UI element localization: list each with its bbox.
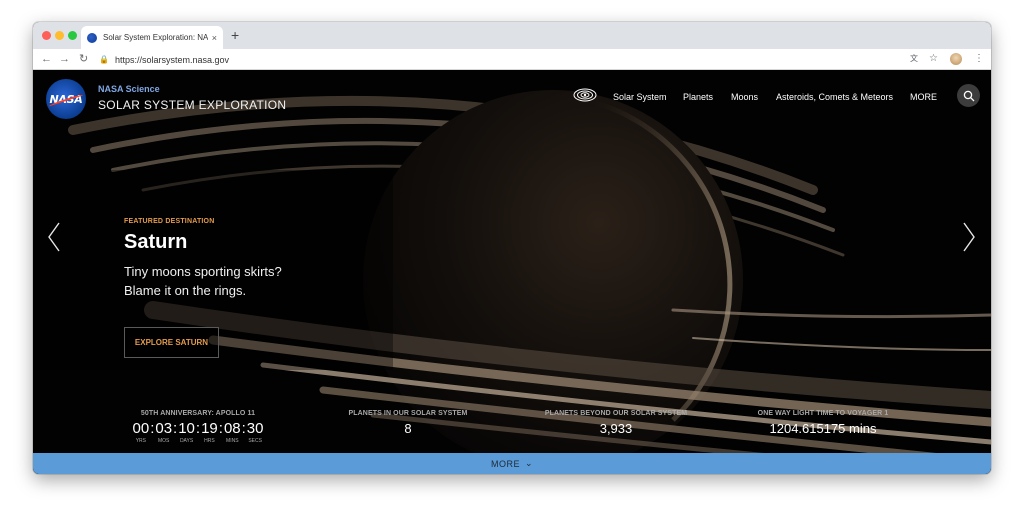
search-button[interactable] <box>957 84 980 107</box>
stat-value: 3,933 <box>599 421 633 436</box>
countdown-seconds: 30 SECS <box>246 420 264 445</box>
countdown-years: 00 YRS <box>132 420 150 445</box>
stat-label: PLANETS BEYOND OUR SOLAR SYSTEM <box>544 410 688 417</box>
more-bar-button[interactable]: MORE ⌄ <box>33 453 991 474</box>
address-bar[interactable]: 🔒 https://solarsystem.nasa.gov <box>99 52 909 67</box>
close-window-button[interactable] <box>42 31 51 40</box>
nasa-logo[interactable]: NASA <box>46 79 86 119</box>
nasa-favicon-icon <box>87 32 97 43</box>
tab-bar: Solar System Exploration: NAS × + <box>33 22 991 49</box>
more-bar-label: MORE <box>490 458 520 469</box>
new-tab-button[interactable]: + <box>231 28 239 42</box>
countdown-minutes: 08 MINS <box>223 420 241 445</box>
countdown-months: 03 MOS <box>155 420 173 445</box>
browser-window: Solar System Exploration: NAS × + ← → ↻ … <box>33 22 991 474</box>
nav-solar-system[interactable]: Solar System <box>613 92 667 102</box>
stat-voyager-light-time[interactable]: ONE WAY LIGHT TIME TO VOYAGER 1 1204.615… <box>753 410 893 436</box>
explore-saturn-button[interactable]: EXPLORE SATURN <box>124 327 219 358</box>
stat-value: 8 <box>404 421 412 436</box>
tab-close-icon[interactable]: × <box>212 33 217 43</box>
countdown-timer: 00 YRS : 03 MOS : 10 DAYS : 19 HRS : 08 MINS … <box>132 420 264 445</box>
stat-label: PLANETS IN OUR SOLAR SYSTEM <box>348 410 468 417</box>
solar-system-orbit-icon[interactable] <box>573 87 597 103</box>
url-text: https://solarsystem.nasa.gov <box>114 54 230 65</box>
page-content: NASA NASA Science SOLAR SYSTEM EXPLORATI… <box>33 70 991 474</box>
profile-avatar[interactable] <box>950 53 962 65</box>
countdown-days: 10 DAYS <box>178 420 195 445</box>
back-arrow-icon[interactable]: ← <box>41 52 52 66</box>
translate-icon[interactable]: 文 <box>910 52 918 66</box>
nav-more[interactable]: MORE <box>910 92 937 102</box>
site-header: NASA NASA Science SOLAR SYSTEM EXPLORATI… <box>33 70 991 126</box>
carousel-prev-arrow-icon[interactable] <box>47 222 61 252</box>
reload-icon[interactable]: ↻ <box>79 52 88 66</box>
nav-moons[interactable]: Moons <box>731 92 758 102</box>
feature-kicker: FEATURED DESTINATION <box>124 218 215 225</box>
maximize-window-button[interactable] <box>68 31 77 40</box>
nav-planets[interactable]: Planets <box>683 92 713 102</box>
feature-title: Saturn <box>124 231 188 253</box>
stat-label: ONE WAY LIGHT TIME TO VOYAGER 1 <box>757 410 889 417</box>
forward-arrow-icon[interactable]: → <box>59 52 70 66</box>
bookmark-star-icon[interactable]: ☆ <box>929 52 938 66</box>
carousel-next-arrow-icon[interactable] <box>962 222 976 252</box>
brand-subtitle[interactable]: NASA Science <box>98 84 160 94</box>
minimize-window-button[interactable] <box>55 31 64 40</box>
stat-value: 1204.615175 mins <box>769 421 877 436</box>
stat-planets-in-solar-system[interactable]: PLANETS IN OUR SOLAR SYSTEM 8 <box>343 410 473 436</box>
tab-title: Solar System Exploration: NAS <box>103 33 208 42</box>
browser-tab[interactable]: Solar System Exploration: NAS × <box>81 26 223 49</box>
lock-icon: 🔒 <box>99 55 109 64</box>
brand-title[interactable]: SOLAR SYSTEM EXPLORATION <box>98 98 286 112</box>
countdown-hours: 19 HRS <box>201 420 218 445</box>
apollo-countdown[interactable]: 50TH ANNIVERSARY: APOLLO 11 00 YRS : 03 MO… <box>123 410 273 444</box>
browser-menu-icon[interactable]: ⋮ <box>974 52 984 66</box>
nav-asteroids-comets-meteors[interactable]: Asteroids, Comets & Meteors <box>776 92 893 102</box>
stat-label: 50TH ANNIVERSARY: APOLLO 11 <box>140 410 256 417</box>
stat-planets-beyond-solar-system[interactable]: PLANETS BEYOND OUR SOLAR SYSTEM 3,933 <box>541 410 691 436</box>
search-icon <box>963 90 974 101</box>
chevron-down-icon: ⌄ <box>524 458 534 468</box>
featured-destination: FEATURED DESTINATION Saturn Tiny moons s… <box>124 218 284 300</box>
feature-description: Tiny moons sporting skirts? Blame it on … <box>124 264 282 298</box>
address-toolbar: ← → ↻ 🔒 https://solarsystem.nasa.gov 文 ☆… <box>33 49 991 70</box>
